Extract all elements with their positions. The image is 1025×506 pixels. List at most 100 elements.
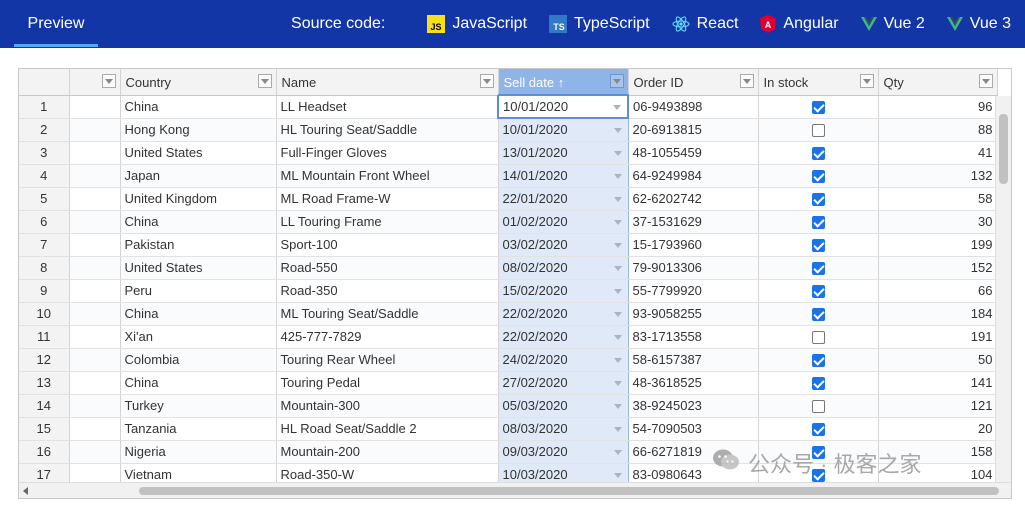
blank-cell[interactable]: [69, 187, 121, 211]
table-row[interactable]: 3 United States Full-Finger Gloves 13/01/20…: [19, 141, 998, 165]
row-number[interactable]: 2: [19, 118, 70, 142]
order-id-cell[interactable]: 20-6913815: [628, 118, 759, 142]
country-cell[interactable]: China: [120, 210, 277, 234]
horizontal-scrollbar[interactable]: [19, 482, 1011, 498]
in-stock-checkbox[interactable]: [811, 193, 825, 207]
name-cell[interactable]: HL Road Seat/Saddle 2: [276, 417, 499, 441]
in-stock-cell[interactable]: [758, 141, 879, 165]
in-stock-cell[interactable]: [758, 95, 879, 119]
country-cell[interactable]: Colombia: [120, 348, 277, 372]
blank-cell[interactable]: [69, 210, 121, 234]
horizontal-scroll-thumb[interactable]: [139, 487, 999, 495]
table-row[interactable]: 4 Japan ML Mountain Front Wheel 14/01/2020 6…: [19, 164, 998, 188]
in-stock-checkbox[interactable]: [811, 331, 825, 345]
blank-cell[interactable]: [69, 440, 121, 464]
in-stock-checkbox[interactable]: [811, 308, 825, 322]
blank-cell[interactable]: [69, 394, 121, 418]
date-dropdown-icon[interactable]: [613, 449, 622, 455]
table-row[interactable]: 2 Hong Kong HL Touring Seat/Saddle 10/01/20…: [19, 118, 998, 142]
in-stock-cell[interactable]: [758, 302, 879, 326]
sell-date-cell[interactable]: 10/01/2020: [497, 118, 629, 142]
row-number[interactable]: 14: [19, 394, 70, 418]
header-in-stock[interactable]: In stock: [758, 69, 879, 96]
blank-cell[interactable]: [69, 325, 121, 349]
qty-cell[interactable]: 199: [878, 233, 998, 257]
order-id-cell[interactable]: 37-1531629: [628, 210, 759, 234]
row-number[interactable]: 16: [19, 440, 70, 464]
name-cell[interactable]: 425-777-7829: [276, 325, 499, 349]
name-cell[interactable]: Touring Pedal: [276, 371, 499, 395]
table-row[interactable]: 11 Xi'an 425-777-7829 22/02/2020 83-1713558 1…: [19, 325, 998, 349]
filter-dropdown-icon[interactable]: [101, 74, 116, 88]
order-id-cell[interactable]: 62-6202742: [628, 187, 759, 211]
row-number[interactable]: 10: [19, 302, 70, 326]
in-stock-checkbox[interactable]: [811, 101, 825, 115]
name-cell[interactable]: ML Road Frame-W: [276, 187, 499, 211]
in-stock-checkbox[interactable]: [811, 285, 825, 299]
order-id-cell[interactable]: 83-1713558: [628, 325, 759, 349]
date-dropdown-icon[interactable]: [613, 472, 622, 478]
sell-date-cell[interactable]: 13/01/2020: [497, 141, 629, 165]
sell-date-cell[interactable]: 05/03/2020: [497, 394, 629, 418]
date-dropdown-icon[interactable]: [613, 173, 622, 179]
in-stock-checkbox[interactable]: [811, 262, 825, 276]
qty-cell[interactable]: 132: [878, 164, 998, 188]
country-cell[interactable]: Nigeria: [120, 440, 277, 464]
table-row[interactable]: 12 Colombia Touring Rear Wheel 24/02/2020 58…: [19, 348, 998, 372]
filter-dropdown-icon[interactable]: [257, 74, 272, 88]
filter-dropdown-icon[interactable]: [479, 74, 494, 88]
link-vue2[interactable]: Vue 2: [860, 15, 925, 33]
country-cell[interactable]: United States: [120, 256, 277, 280]
country-cell[interactable]: United Kingdom: [120, 187, 277, 211]
order-id-cell[interactable]: 54-7090503: [628, 417, 759, 441]
order-id-cell[interactable]: 48-3618525: [628, 371, 759, 395]
row-number[interactable]: 11: [19, 325, 70, 349]
link-javascript[interactable]: JS JavaScript: [427, 15, 527, 33]
sell-date-cell[interactable]: 15/02/2020: [497, 279, 629, 303]
vertical-scrollbar[interactable]: [995, 96, 1011, 484]
header-order-id[interactable]: Order ID: [628, 69, 759, 96]
name-cell[interactable]: LL Headset: [276, 95, 499, 119]
table-row[interactable]: 8 United States Road-550 08/02/2020 79-90133…: [19, 256, 998, 280]
in-stock-checkbox[interactable]: [811, 147, 825, 161]
order-id-cell[interactable]: 06-9493898: [628, 95, 759, 119]
in-stock-cell[interactable]: [758, 417, 879, 441]
qty-cell[interactable]: 20: [878, 417, 998, 441]
name-cell[interactable]: Sport-100: [276, 233, 499, 257]
country-cell[interactable]: China: [120, 371, 277, 395]
in-stock-checkbox[interactable]: [811, 423, 825, 437]
link-angular[interactable]: A Angular: [760, 15, 839, 33]
sell-date-cell[interactable]: 01/02/2020: [497, 210, 629, 234]
country-cell[interactable]: China: [120, 302, 277, 326]
qty-cell[interactable]: 88: [878, 118, 998, 142]
date-dropdown-icon[interactable]: [613, 242, 622, 248]
name-cell[interactable]: Road-350: [276, 279, 499, 303]
order-id-cell[interactable]: 64-9249984: [628, 164, 759, 188]
table-row[interactable]: 6 China LL Touring Frame 01/02/2020 37-15316…: [19, 210, 998, 234]
name-cell[interactable]: ML Touring Seat/Saddle: [276, 302, 499, 326]
name-cell[interactable]: Full-Finger Gloves: [276, 141, 499, 165]
name-cell[interactable]: Mountain-200: [276, 440, 499, 464]
sell-date-cell[interactable]: 14/01/2020: [497, 164, 629, 188]
in-stock-cell[interactable]: [758, 256, 879, 280]
date-dropdown-icon[interactable]: [613, 311, 622, 317]
qty-cell[interactable]: 41: [878, 141, 998, 165]
order-id-cell[interactable]: 55-7799920: [628, 279, 759, 303]
blank-cell[interactable]: [69, 118, 121, 142]
link-react[interactable]: React: [672, 15, 738, 33]
vertical-scroll-thumb[interactable]: [999, 114, 1008, 184]
table-row[interactable]: 1 China LL Headset 10/01/2020 06-9493898 96: [19, 94, 998, 119]
sell-date-cell[interactable]: 22/02/2020: [497, 302, 629, 326]
filter-dropdown-icon[interactable]: [978, 74, 993, 88]
in-stock-cell[interactable]: [758, 394, 879, 418]
header-qty[interactable]: Qty: [878, 69, 998, 96]
sell-date-cell[interactable]: 08/02/2020: [497, 256, 629, 280]
date-dropdown-icon[interactable]: [613, 196, 622, 202]
qty-cell[interactable]: 191: [878, 325, 998, 349]
in-stock-checkbox[interactable]: [811, 239, 825, 253]
row-number[interactable]: 8: [19, 256, 70, 280]
date-dropdown-icon[interactable]: [613, 380, 622, 386]
in-stock-cell[interactable]: [758, 233, 879, 257]
row-number[interactable]: 3: [19, 141, 70, 165]
in-stock-cell[interactable]: [758, 348, 879, 372]
